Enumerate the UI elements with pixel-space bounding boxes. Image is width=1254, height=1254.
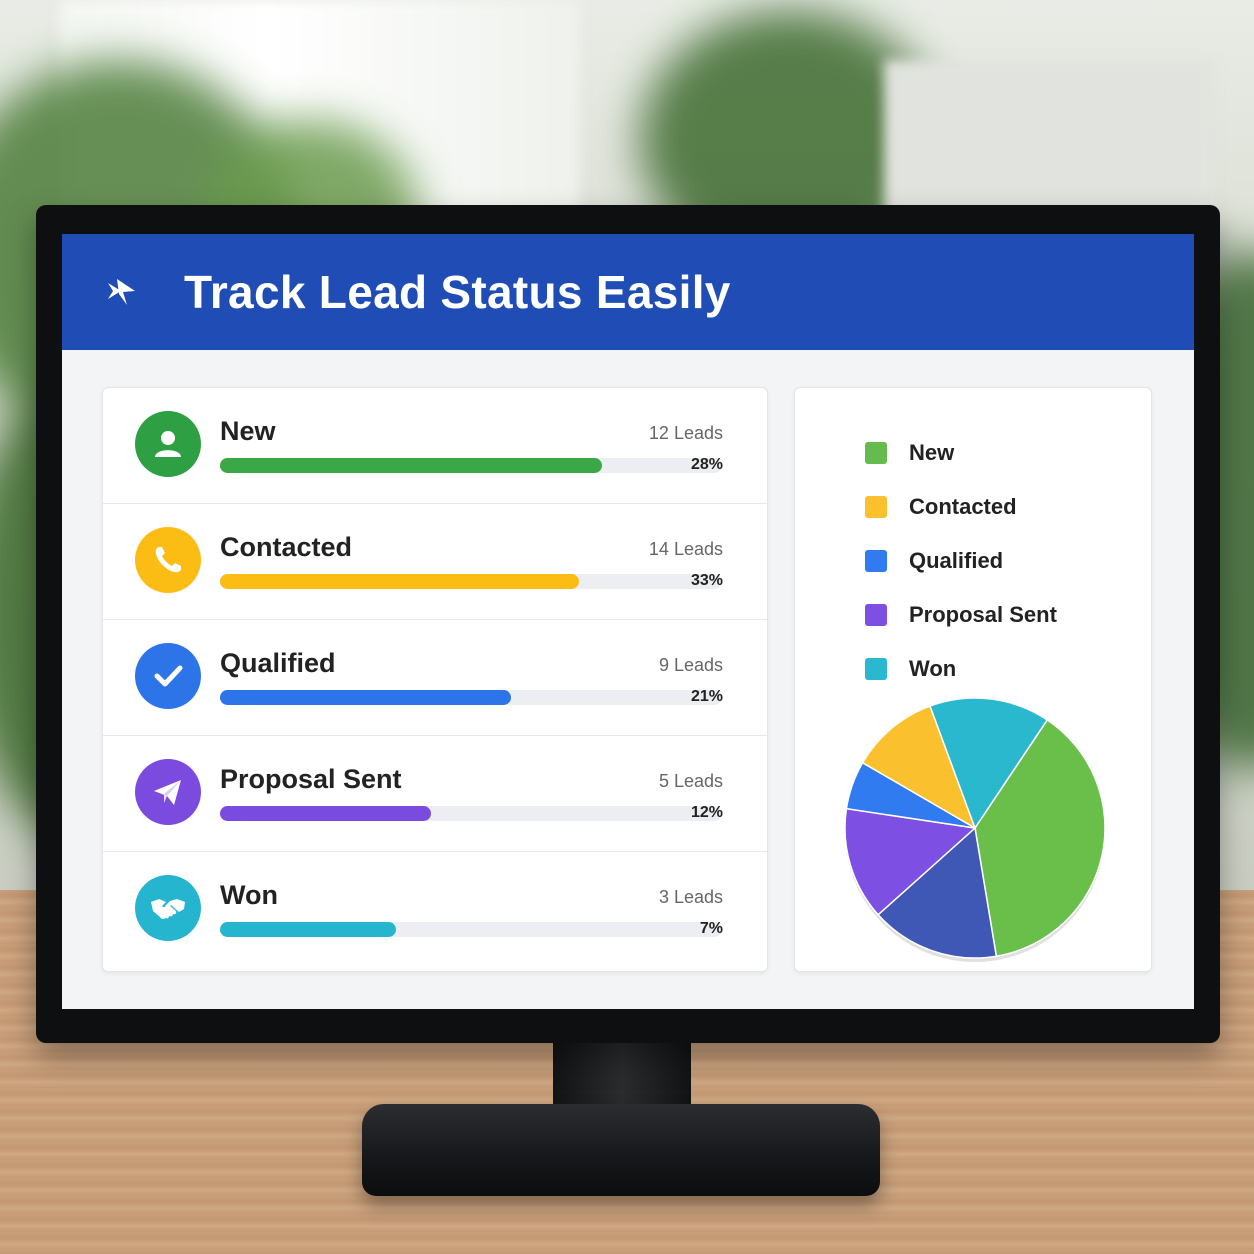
check-icon [135,643,201,709]
progress-fill [220,458,602,473]
lead-count: 9 Leads [658,655,723,675]
legend-swatch [865,550,887,572]
legend-swatch [865,658,887,680]
status-row-qualified[interactable]: Qualified 9 Leads 21% [103,620,767,736]
progress-fill [220,690,512,705]
status-label: New [220,416,276,446]
chart-panel: New Contacted Qualified Proposal Sent Wo… [794,387,1152,972]
monitor-base [362,1104,880,1196]
progress-fill [220,574,579,589]
status-label: Contacted [220,532,353,562]
progress-track [220,922,722,937]
app-screen: Track Lead Status Easily New 12 Leads 28… [62,234,1194,1009]
status-row-proposal-sent[interactable]: Proposal Sent 5 Leads 12% [103,736,767,852]
status-label: Proposal Sent [220,764,402,794]
status-row-won[interactable]: Won 3 Leads 7% [103,852,767,967]
status-row-new[interactable]: New 12 Leads 28% [103,388,767,504]
monitor: Track Lead Status Easily New 12 Leads 28… [36,205,1220,1043]
progress-fill [220,806,431,821]
legend-label: Proposal Sent [909,602,1057,627]
handshake-icon [135,875,201,941]
user-icon [135,411,201,477]
paper-plane-icon [135,759,201,825]
page-title: Track Lead Status Easily [184,266,731,318]
progress-percent: 33% [690,572,723,589]
legend-item-qualified[interactable]: Qualified [865,534,1057,588]
legend-swatch [865,604,887,626]
progress-track [220,574,722,589]
legend-item-contacted[interactable]: Contacted [865,480,1057,534]
progress-percent: 21% [690,688,723,705]
legend-label: New [909,440,955,465]
legend-item-proposal-sent[interactable]: Proposal Sent [865,588,1057,642]
legend-item-new[interactable]: New [865,426,1057,480]
lead-count: 5 Leads [658,771,723,791]
arrow-bird-icon[interactable] [94,264,150,320]
legend-swatch [865,496,887,518]
progress-track [220,458,722,473]
status-label: Qualified [220,648,336,678]
legend-label: Won [909,656,957,681]
progress-percent: 7% [699,920,723,937]
status-row-contacted[interactable]: Contacted 14 Leads 33% [103,504,767,620]
progress-percent: 28% [690,456,723,473]
app-header: Track Lead Status Easily [62,234,1194,350]
lead-count: 3 Leads [658,887,723,907]
pie-chart[interactable] [835,688,1115,968]
status-label: Won [220,880,278,910]
chart-legend: New Contacted Qualified Proposal Sent Wo… [865,426,1057,696]
lead-count: 12 Leads [648,423,723,443]
lead-count: 14 Leads [648,539,723,559]
status-list: New 12 Leads 28% Contacted 14 Leads 33% … [102,387,768,972]
legend-swatch [865,442,887,464]
progress-percent: 12% [690,804,723,821]
progress-track [220,690,722,705]
legend-label: Qualified [909,548,1004,573]
phone-icon [135,527,201,593]
progress-track [220,806,722,821]
legend-label: Contacted [909,494,1017,519]
progress-fill [220,922,396,937]
